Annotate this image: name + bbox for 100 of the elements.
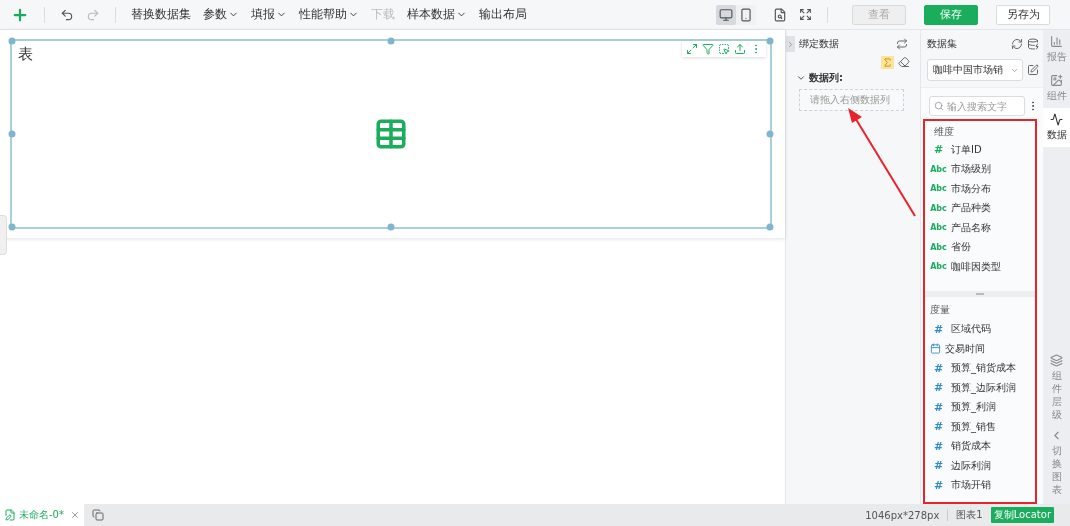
field-item[interactable]: Abc 咖啡因类型	[930, 257, 1035, 277]
field-name: 预算_边际利润	[951, 380, 1016, 395]
field-name: 预算_销货成本	[951, 361, 1016, 376]
field-name: 预算_销售	[951, 419, 996, 434]
number-type-icon: #	[930, 400, 947, 414]
field-item[interactable]: # 销货成本	[930, 436, 1035, 457]
field-name: 市场开销	[951, 478, 991, 493]
bar-chart-icon	[1050, 35, 1063, 48]
toolbar-menu[interactable]: 参数	[200, 6, 242, 23]
text-type-icon: Abc	[930, 223, 947, 233]
field-item[interactable]: # 预算_边际利润	[930, 378, 1035, 398]
side-tab[interactable]: 数据	[1043, 108, 1070, 147]
tab-label: 未命名-0*	[19, 508, 64, 522]
splitter[interactable]	[925, 290, 1035, 297]
resize-handle[interactable]	[8, 223, 16, 231]
field-item[interactable]: # 市场开销	[930, 475, 1035, 496]
text-type-icon: Abc	[930, 184, 947, 194]
filter-icon[interactable]	[702, 43, 714, 55]
eraser-icon[interactable]	[898, 56, 910, 69]
number-type-icon: #	[930, 381, 947, 395]
refresh-icon[interactable]	[1011, 38, 1023, 50]
toolbar-menu[interactable]: 性能帮助	[296, 6, 362, 23]
component-label: 图表1	[955, 508, 984, 522]
resize-handle[interactable]	[766, 130, 774, 138]
resize-handle[interactable]	[8, 130, 16, 138]
field-name: 区域代码	[951, 322, 991, 337]
field-item[interactable]: 交易时间	[930, 339, 1035, 359]
field-name: 订单ID	[951, 142, 982, 157]
field-name: 产品名称	[951, 220, 991, 235]
number-type-icon: #	[930, 478, 947, 492]
field-name: 预算_利润	[951, 400, 996, 415]
search-icon	[934, 101, 944, 111]
field-name: 销货成本	[951, 439, 991, 454]
dataset-select[interactable]: 咖啡中国市场销	[927, 59, 1023, 81]
panel-toggle[interactable]	[0, 215, 7, 255]
pulse-icon	[1050, 113, 1063, 126]
field-name: 交易时间	[945, 341, 985, 356]
field-item[interactable]: # 订单ID	[930, 140, 1035, 160]
select-icon[interactable]	[718, 43, 730, 55]
resize-handle[interactable]	[387, 223, 395, 231]
field-item[interactable]: Abc 产品种类	[930, 198, 1035, 218]
field-name: 市场级别	[951, 162, 991, 177]
text-type-icon: Abc	[930, 164, 947, 174]
field-item[interactable]: Abc 产品名称	[930, 218, 1035, 238]
field-name: 边际利润	[951, 458, 991, 473]
number-type-icon: #	[930, 459, 947, 473]
group-label: 度量	[930, 302, 951, 317]
section-header[interactable]: 数据列:	[786, 69, 916, 85]
swap-icon[interactable]	[896, 38, 908, 50]
copy-icon[interactable]	[92, 509, 104, 521]
chevron-down-icon	[796, 73, 806, 83]
field-name: 省份	[951, 240, 971, 255]
panel-title: 绑定数据	[799, 37, 840, 51]
text-type-icon: Abc	[930, 242, 947, 252]
table-icon	[374, 117, 408, 151]
layers-icon	[1050, 354, 1063, 367]
sigma-icon[interactable]	[881, 56, 894, 69]
file-edit-icon	[4, 509, 16, 521]
toolbar-menu[interactable]: 替换数据集	[128, 6, 194, 23]
number-type-icon: #	[930, 420, 947, 434]
size-label: 1046px*278px	[864, 509, 941, 521]
search-field[interactable]: 输入搜索文字	[929, 96, 1025, 116]
close-icon[interactable]	[70, 510, 80, 520]
field-item[interactable]: Abc 省份	[930, 237, 1035, 257]
field-item[interactable]: Abc 市场级别	[930, 159, 1035, 179]
toolbar-menu[interactable]: 填报	[248, 6, 290, 23]
field-item[interactable]: # 预算_销货成本	[930, 358, 1035, 379]
field-item[interactable]: Abc 市场分布	[930, 179, 1035, 199]
field-name: 市场分布	[951, 181, 991, 196]
calendar-icon	[930, 343, 941, 355]
resize-handle[interactable]	[766, 223, 774, 231]
field-name: 咖啡因类型	[951, 259, 1001, 274]
database-icon[interactable]	[1027, 38, 1039, 50]
toolbar-menu[interactable]: 输出布局	[476, 6, 530, 23]
chart-widget[interactable]: 表	[10, 39, 772, 229]
resize-handle[interactable]	[766, 37, 774, 45]
field-name: 产品种类	[951, 201, 991, 216]
field-item[interactable]: # 边际利润	[930, 456, 1035, 476]
export-icon[interactable]	[734, 43, 746, 55]
text-type-icon: Abc	[930, 262, 947, 272]
number-type-icon: #	[930, 439, 947, 453]
number-type-icon: #	[930, 322, 947, 336]
collapse-icon[interactable]	[786, 36, 795, 52]
image-plus-icon	[1050, 74, 1063, 87]
resize-handle[interactable]	[8, 37, 16, 45]
toolbar-menu[interactable]: 样本数据	[404, 6, 470, 23]
field-item[interactable]: # 预算_销售	[930, 417, 1035, 437]
panel-title: 数据集	[927, 37, 958, 51]
field-item[interactable]: # 预算_利润	[930, 397, 1035, 418]
expand-icon[interactable]	[686, 43, 698, 55]
edit-icon[interactable]	[1027, 64, 1039, 76]
field-item[interactable]: # 区域代码	[930, 319, 1035, 340]
text-type-icon: Abc	[930, 203, 947, 213]
number-type-icon: #	[930, 143, 947, 157]
resize-handle[interactable]	[387, 37, 395, 45]
desktop-icon[interactable]	[716, 4, 736, 25]
group-label: 维度	[933, 125, 955, 139]
toolbar-button[interactable]: 另存为	[996, 4, 1050, 25]
number-type-icon: #	[930, 361, 947, 375]
chart-title: 表	[18, 45, 33, 64]
